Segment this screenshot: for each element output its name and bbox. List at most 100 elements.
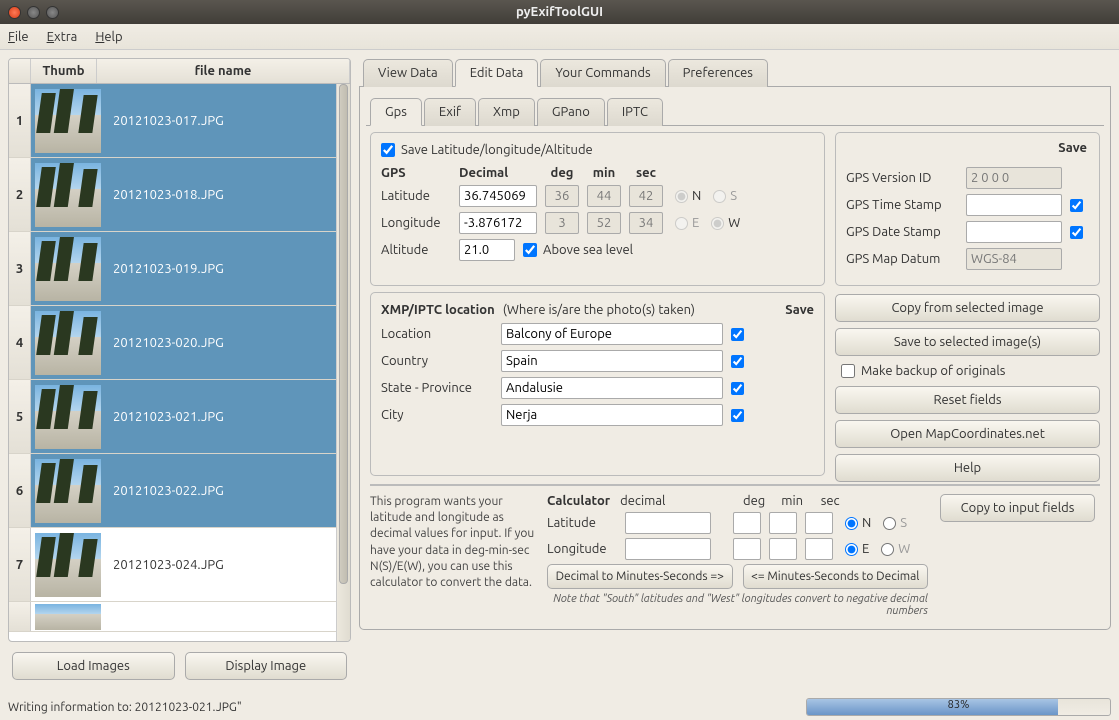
gps-datum-input[interactable]: [966, 248, 1062, 270]
calc-lon-e-radio[interactable]: E: [845, 542, 869, 556]
subtab-exif[interactable]: Exif: [424, 98, 476, 126]
above-sea-checkbox[interactable]: Above sea level: [523, 243, 633, 257]
city-input[interactable]: [501, 404, 723, 426]
calc-lat-s-radio[interactable]: S: [883, 516, 907, 530]
load-images-button[interactable]: Load Images: [12, 652, 175, 680]
calc-lat-deg-input[interactable]: [733, 512, 761, 534]
decimal-col-label: Decimal: [459, 166, 537, 180]
latitude-sec-input[interactable]: [629, 185, 663, 207]
open-mapcoordinates-button[interactable]: Open MapCoordinates.net: [835, 420, 1100, 448]
table-row[interactable]: 320121023-019.JPG: [9, 232, 350, 306]
lon-e-radio[interactable]: E: [675, 216, 699, 230]
table-row[interactable]: 6 20121023-022.JPG: [9, 454, 350, 528]
longitude-sec-input[interactable]: [629, 212, 663, 234]
gps-col-label: GPS: [381, 166, 451, 180]
filename-cell: 20121023-017.JPG: [105, 114, 350, 128]
calc-lat-n-radio[interactable]: N: [845, 516, 871, 530]
row-index: 5: [9, 380, 31, 453]
row-index: 2: [9, 158, 31, 231]
row-index: 6: [9, 454, 31, 527]
col-filename-header[interactable]: file name: [97, 59, 350, 83]
city-checkbox[interactable]: [731, 409, 744, 422]
file-table-scrollbar[interactable]: [336, 84, 350, 641]
calc-lon-min-input[interactable]: [769, 538, 797, 560]
lat-s-radio[interactable]: S: [713, 189, 737, 203]
lon-w-radio[interactable]: W: [711, 216, 740, 230]
row-index: 1: [9, 84, 31, 157]
gps-group: Save Latitude/longitude/Altitude GPS Dec…: [370, 132, 825, 286]
gps-version-input[interactable]: [966, 167, 1062, 189]
subtab-gpano[interactable]: GPano: [537, 98, 605, 126]
dms-to-decimal-button[interactable]: <= Minutes-Seconds to Decimal: [743, 564, 929, 589]
calc-lon-sec-input[interactable]: [805, 538, 833, 560]
location-subtitle: (Where is/are the photo(s) taken): [503, 303, 695, 317]
calc-lat-sec-input[interactable]: [805, 512, 833, 534]
state-input[interactable]: [501, 377, 723, 399]
latitude-decimal-input[interactable]: [459, 185, 537, 207]
altitude-input[interactable]: [459, 239, 515, 261]
main-tabs: View Data Edit Data Your Commands Prefer…: [359, 58, 1111, 87]
tab-view-data[interactable]: View Data: [363, 59, 453, 87]
save-lla-checkbox[interactable]: Save Latitude/longitude/Altitude: [381, 143, 593, 157]
decimal-to-dms-button[interactable]: Decimal to Minutes-Seconds =>: [547, 564, 733, 589]
display-image-button[interactable]: Display Image: [185, 652, 348, 680]
subtab-gps[interactable]: Gps: [370, 98, 422, 126]
table-row[interactable]: 220121023-018.JPG: [9, 158, 350, 232]
calc-lat-label: Latitude: [547, 516, 617, 530]
lat-n-radio[interactable]: N: [675, 189, 701, 203]
file-table: Thumb file name 120121023-017.JPG2201210…: [8, 58, 351, 642]
table-row[interactable]: 1 20121023-017.JPG: [9, 84, 350, 158]
longitude-deg-input[interactable]: [545, 212, 579, 234]
subtab-iptc[interactable]: IPTC: [607, 98, 663, 126]
subtab-xmp[interactable]: Xmp: [478, 98, 535, 126]
menu-help[interactable]: Help: [95, 30, 122, 44]
table-row[interactable]: 720121023-024.JPG: [9, 528, 350, 602]
country-checkbox[interactable]: [731, 355, 744, 368]
status-text: Writing information to: 20121023-021.JPG…: [8, 701, 796, 714]
table-row[interactable]: 520121023-021.JPG: [9, 380, 350, 454]
thumbnail-image: [35, 311, 101, 375]
latitude-min-input[interactable]: [587, 185, 621, 207]
backup-checkbox[interactable]: Make backup of originals: [835, 362, 1100, 380]
gps-date-checkbox[interactable]: [1070, 226, 1083, 239]
edit-subtabs: Gps Exif Xmp GPano IPTC: [366, 93, 1104, 126]
location-checkbox[interactable]: [731, 328, 744, 341]
row-index: 3: [9, 232, 31, 305]
window-titlebar: pyExifToolGUI: [0, 0, 1119, 24]
location-input[interactable]: [501, 323, 723, 345]
filename-cell: 20121023-022.JPG: [105, 484, 350, 498]
calc-lon-label: Longitude: [547, 542, 617, 556]
tab-edit-data[interactable]: Edit Data: [455, 59, 539, 87]
tab-your-commands[interactable]: Your Commands: [540, 59, 665, 87]
thumbnail-image: [35, 89, 101, 153]
save-to-button[interactable]: Save to selected image(s): [835, 328, 1100, 356]
calc-lon-w-radio[interactable]: W: [881, 542, 910, 556]
row-index: 7: [9, 528, 31, 601]
col-thumb-header[interactable]: Thumb: [31, 59, 97, 83]
gps-time-checkbox[interactable]: [1070, 199, 1083, 212]
calc-lat-decimal-input[interactable]: [625, 512, 711, 534]
longitude-decimal-input[interactable]: [459, 212, 537, 234]
copy-from-button[interactable]: Copy from selected image: [835, 294, 1100, 322]
longitude-label: Longitude: [381, 216, 451, 230]
calc-lat-min-input[interactable]: [769, 512, 797, 534]
country-input[interactable]: [501, 350, 723, 372]
longitude-min-input[interactable]: [587, 212, 621, 234]
copy-to-input-button[interactable]: Copy to input fields: [940, 494, 1095, 522]
state-checkbox[interactable]: [731, 382, 744, 395]
thumbnail-image: [35, 459, 101, 523]
table-row[interactable]: 420121023-020.JPG: [9, 306, 350, 380]
help-button[interactable]: Help: [835, 454, 1100, 482]
calc-footnote: Note that "South" latitudes and "West" l…: [547, 593, 928, 617]
calc-lon-deg-input[interactable]: [733, 538, 761, 560]
calculator-note: This program wants your latitude and lon…: [370, 494, 535, 591]
menu-file[interactable]: File: [8, 30, 29, 44]
reset-fields-button[interactable]: Reset fields: [835, 386, 1100, 414]
gps-time-input[interactable]: [966, 194, 1062, 216]
gps-date-input[interactable]: [966, 221, 1062, 243]
location-label: Location: [381, 327, 493, 341]
menu-extra[interactable]: Extra: [47, 30, 78, 44]
calc-lon-decimal-input[interactable]: [625, 538, 711, 560]
tab-preferences[interactable]: Preferences: [668, 59, 768, 87]
latitude-deg-input[interactable]: [545, 185, 579, 207]
